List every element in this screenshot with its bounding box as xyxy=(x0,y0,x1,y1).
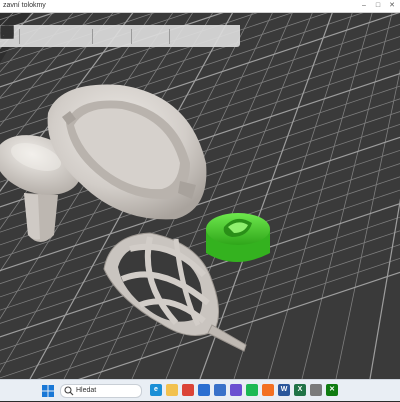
remove-instance-icon[interactable] xyxy=(0,25,127,44)
layers-icon[interactable] xyxy=(1,27,205,44)
taskbar-app-prusa-icon[interactable] xyxy=(262,384,274,396)
toolbar-separator xyxy=(91,28,93,44)
paste-icon[interactable] xyxy=(1,26,88,44)
search-icon xyxy=(64,386,74,396)
split-parts-icon[interactable] xyxy=(0,25,166,44)
search-icon[interactable] xyxy=(1,26,188,44)
taskbar-app-store-icon[interactable] xyxy=(214,384,226,396)
window-title: zavní tolokmy xyxy=(3,2,46,9)
taskbar-app-mail-icon[interactable] xyxy=(198,384,210,396)
taskbar-app-game-icon[interactable]: ✕ xyxy=(326,384,338,396)
minimize-button[interactable]: – xyxy=(360,2,368,10)
windows-taskbar: Hledat e W X ✕ xyxy=(0,379,400,401)
main-toolbar xyxy=(0,25,240,47)
taskbar-search-text: Hledat xyxy=(76,387,97,394)
selected-insert-part[interactable] xyxy=(206,213,270,262)
close-button[interactable]: ✕ xyxy=(388,2,396,10)
delete-icon[interactable] xyxy=(2,25,37,44)
taskbar-app-chrome-icon[interactable] xyxy=(182,384,194,396)
start-button[interactable] xyxy=(42,384,54,397)
windows-logo-icon xyxy=(42,385,54,397)
window-title-bar: zavní tolokmy – □ ✕ xyxy=(0,0,400,13)
undo-icon[interactable] xyxy=(1,26,222,44)
add-instance-icon[interactable] xyxy=(0,25,110,44)
maximize-button[interactable]: □ xyxy=(374,2,382,10)
taskbar-search[interactable]: Hledat xyxy=(60,384,142,398)
toolbar-separator xyxy=(18,28,20,44)
split-objects-icon[interactable] xyxy=(0,25,149,44)
toolbar-separator xyxy=(169,28,171,44)
3d-viewport[interactable] xyxy=(0,13,400,379)
print-bed-scene xyxy=(0,13,400,379)
taskbar-app-word-icon[interactable]: W xyxy=(278,384,290,396)
toolbar-separator xyxy=(130,28,132,44)
taskbar-app-files-icon[interactable] xyxy=(166,384,178,396)
arrange-icon[interactable] xyxy=(0,25,54,44)
taskbar-app-spotify-icon[interactable] xyxy=(246,384,258,396)
window-controls: – □ ✕ xyxy=(360,2,396,10)
taskbar-app-photos-icon[interactable] xyxy=(230,384,242,396)
copy-icon[interactable] xyxy=(0,25,71,44)
taskbar-app-edge-icon[interactable]: e xyxy=(150,384,162,396)
redo-icon[interactable] xyxy=(0,26,239,44)
taskbar-app-excel-icon[interactable]: X xyxy=(294,384,306,396)
taskbar-app-settings-icon[interactable] xyxy=(310,384,322,396)
